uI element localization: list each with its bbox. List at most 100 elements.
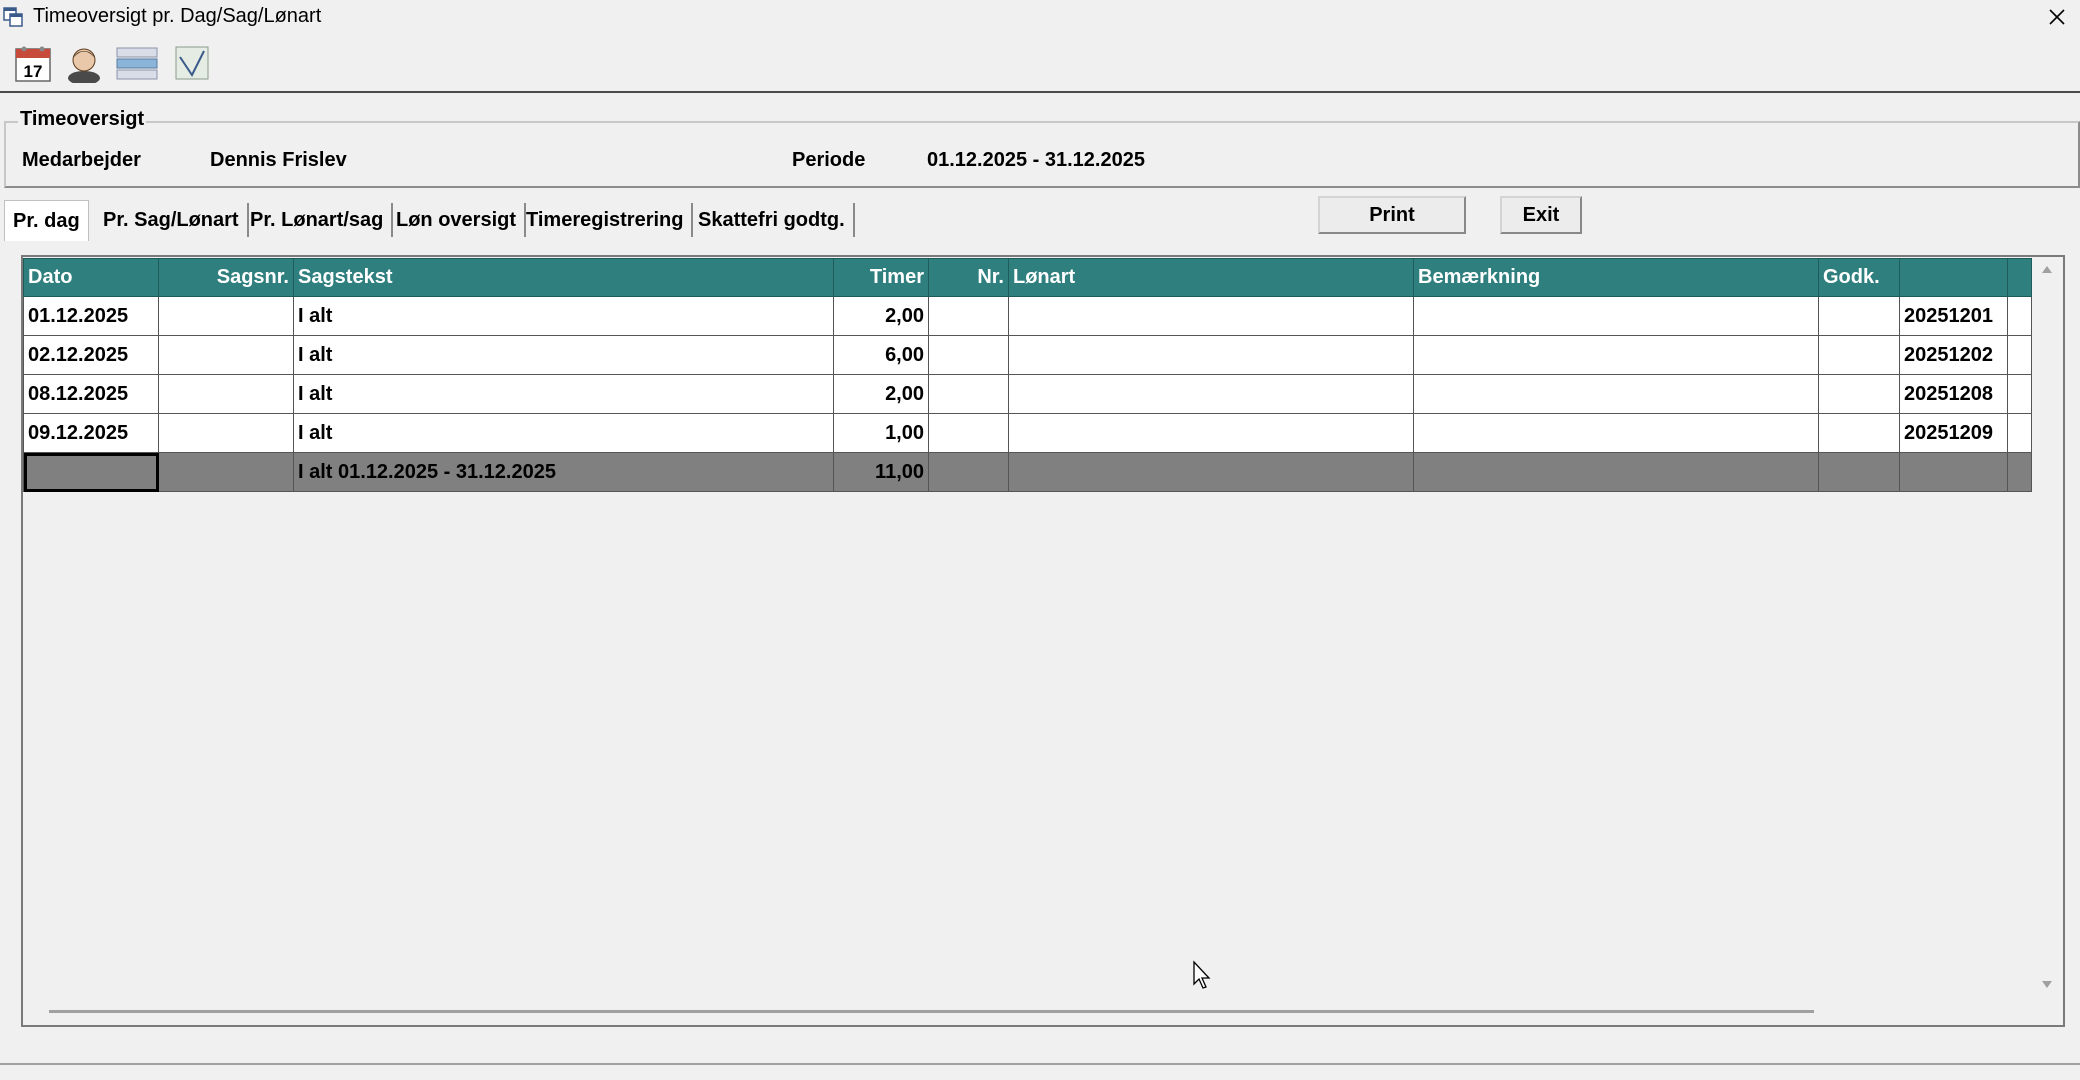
cell-blank [2007, 374, 2032, 414]
notepad-icon [175, 46, 209, 80]
horizontal-scrollbar[interactable] [49, 1010, 1814, 1013]
cell-lonart[interactable] [1008, 374, 1414, 414]
cell-bemaerkning[interactable] [1413, 452, 1819, 492]
close-icon [2049, 8, 2065, 25]
cell-nr[interactable] [928, 413, 1009, 453]
cell-blank [2007, 335, 2032, 375]
period-value: 01.12.2025 - 31.12.2025 [927, 149, 1145, 171]
cell-dato[interactable]: 08.12.2025 [23, 374, 159, 414]
col-header-timer[interactable]: Timer [833, 258, 929, 297]
cell-key[interactable] [1899, 452, 2008, 492]
calendar-button[interactable]: 17 [11, 40, 55, 86]
table-row[interactable]: 02.12.2025 I alt 6,00 20251202 [23, 335, 2032, 375]
employee-label: Medarbejder [22, 149, 141, 171]
toolbar: 17 [0, 35, 2080, 93]
col-header-lonart[interactable]: Lønart [1008, 258, 1414, 297]
mouse-cursor-icon [1193, 960, 1211, 989]
cell-godk[interactable] [1818, 335, 1900, 375]
cell-sagsnr[interactable] [158, 335, 294, 375]
total-row[interactable]: I alt 01.12.2025 - 31.12.2025 11,00 [23, 452, 2032, 492]
cell-key[interactable]: 20251202 [1899, 335, 2008, 375]
cell-blank [2007, 296, 2032, 336]
employee-value: Dennis Frislev [210, 149, 347, 171]
employee-button[interactable] [62, 40, 106, 86]
cell-sagstekst[interactable]: I alt [293, 335, 834, 375]
cell-blank [2007, 452, 2032, 492]
tab-pr-dag[interactable]: Pr. dag [4, 200, 89, 241]
notes-button[interactable] [170, 40, 214, 86]
calendar-day: 17 [24, 62, 43, 81]
col-header-nr[interactable]: Nr. [928, 258, 1009, 297]
total-timer[interactable]: 11,00 [833, 452, 929, 492]
close-button[interactable] [2034, 0, 2080, 33]
cell-timer[interactable]: 1,00 [833, 413, 929, 453]
cell-selected[interactable] [23, 452, 159, 492]
app-window-icon [3, 7, 23, 27]
cell-sagstekst[interactable]: I alt [293, 296, 834, 336]
period-label: Periode [792, 149, 866, 171]
cell-nr[interactable] [928, 296, 1009, 336]
cell-bemaerkning[interactable] [1413, 296, 1819, 336]
cell-timer[interactable]: 6,00 [833, 335, 929, 375]
cell-dato[interactable]: 01.12.2025 [23, 296, 159, 336]
hours-grid: Dato Sagsnr. Sagstekst Timer Nr. Lønart … [23, 258, 2032, 492]
cell-nr[interactable] [928, 374, 1009, 414]
cell-godk[interactable] [1818, 452, 1900, 492]
cell-timer[interactable]: 2,00 [833, 296, 929, 336]
cell-timer[interactable]: 2,00 [833, 374, 929, 414]
group-title: Timeoversigt [18, 108, 147, 131]
cell-bemaerkning[interactable] [1413, 413, 1819, 453]
table-row[interactable]: 08.12.2025 I alt 2,00 20251208 [23, 374, 2032, 414]
cell-dato[interactable]: 02.12.2025 [23, 335, 159, 375]
cell-key[interactable]: 20251201 [1899, 296, 2008, 336]
col-header-dato[interactable]: Dato [23, 258, 159, 297]
cell-bemaerkning[interactable] [1413, 335, 1819, 375]
cell-blank [2007, 413, 2032, 453]
cell-dato[interactable]: 09.12.2025 [23, 413, 159, 453]
cell-sagstekst[interactable]: I alt [293, 413, 834, 453]
tab-pr-lonart-sag[interactable]: Pr. Lønart/sag [242, 203, 394, 237]
col-header-sagsnr[interactable]: Sagsnr. [158, 258, 294, 297]
table-row[interactable]: 01.12.2025 I alt 2,00 20251201 [23, 296, 2032, 336]
grid-header-row: Dato Sagsnr. Sagstekst Timer Nr. Lønart … [23, 258, 2032, 297]
cell-lonart[interactable] [1008, 296, 1414, 336]
total-label[interactable]: I alt 01.12.2025 - 31.12.2025 [293, 452, 834, 492]
title-bar: Timeoversigt pr. Dag/Sag/Lønart [0, 0, 2080, 33]
col-header-godk[interactable]: Godk. [1818, 258, 1900, 297]
calendar-icon: 17 [15, 46, 51, 82]
col-header-bemaerkning[interactable]: Bemærkning [1413, 258, 1819, 297]
col-header-sagstekst[interactable]: Sagstekst [293, 258, 834, 297]
cell-sagstekst[interactable]: I alt [293, 374, 834, 414]
print-button[interactable]: Print [1318, 196, 1466, 234]
cell-lonart[interactable] [1008, 335, 1414, 375]
list-icon [116, 47, 158, 80]
cell-lonart[interactable] [1008, 452, 1414, 492]
list-button[interactable] [115, 40, 159, 86]
cell-nr[interactable] [928, 335, 1009, 375]
window-title: Timeoversigt pr. Dag/Sag/Lønart [33, 5, 322, 27]
col-header-key[interactable] [1899, 258, 2008, 297]
tab-timeregistrering[interactable]: Timeregistrering [518, 203, 694, 237]
cell-sagsnr[interactable] [158, 374, 294, 414]
scroll-down-icon[interactable] [2041, 980, 2053, 990]
cell-sagsnr[interactable] [158, 452, 294, 492]
cell-godk[interactable] [1818, 413, 1900, 453]
cell-lonart[interactable] [1008, 413, 1414, 453]
cell-sagsnr[interactable] [158, 413, 294, 453]
cell-key[interactable]: 20251209 [1899, 413, 2008, 453]
cell-key[interactable]: 20251208 [1899, 374, 2008, 414]
exit-button[interactable]: Exit [1500, 196, 1582, 234]
tab-lon-oversigt[interactable]: Løn oversigt [388, 203, 527, 237]
cell-sagsnr[interactable] [158, 296, 294, 336]
cell-godk[interactable] [1818, 296, 1900, 336]
cell-godk[interactable] [1818, 374, 1900, 414]
person-icon [68, 48, 100, 83]
scroll-up-icon[interactable] [2041, 264, 2053, 274]
vertical-scrollbar[interactable] [2035, 258, 2059, 993]
cell-bemaerkning[interactable] [1413, 374, 1819, 414]
tab-skattefri-godtg[interactable]: Skattefri godtg. [690, 203, 855, 237]
tab-pr-sag-lonart[interactable]: Pr. Sag/Lønart [95, 203, 249, 237]
bottom-divider [0, 1063, 2080, 1065]
table-row[interactable]: 09.12.2025 I alt 1,00 20251209 [23, 413, 2032, 453]
cell-nr[interactable] [928, 452, 1009, 492]
